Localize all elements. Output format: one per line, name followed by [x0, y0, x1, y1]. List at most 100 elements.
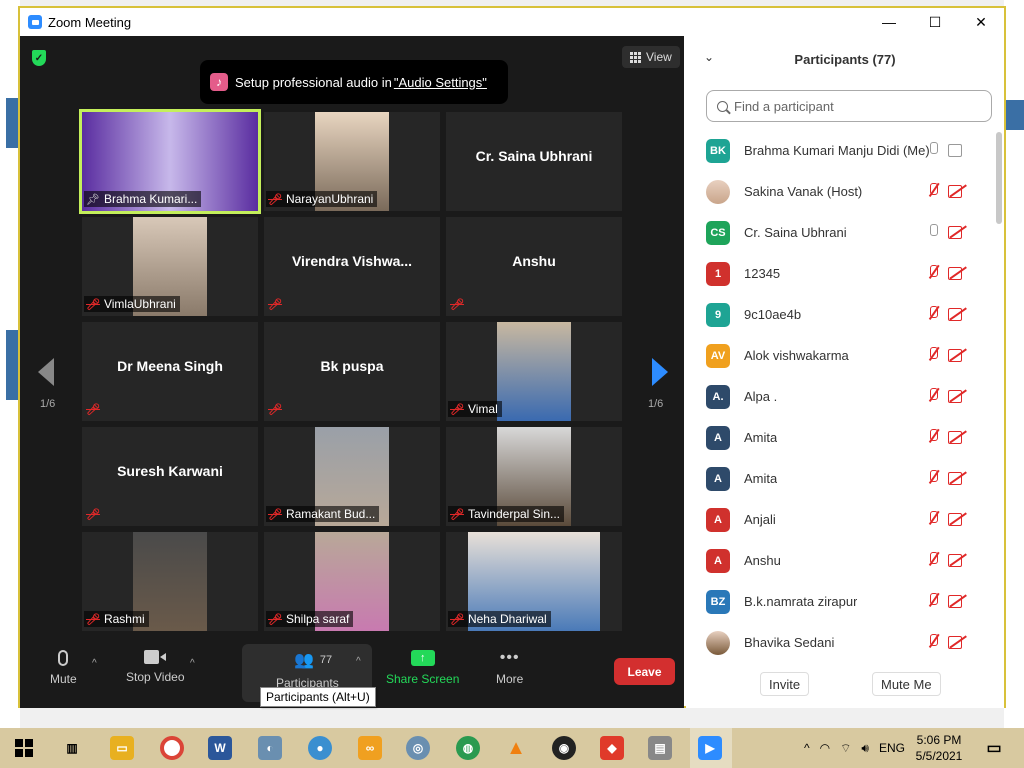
- title-bar[interactable]: Zoom Meeting — ☐ ✕: [20, 8, 1004, 36]
- video-tile[interactable]: Bk puspa 🎤︎: [264, 322, 440, 421]
- notifications-icon[interactable]: ▭: [982, 736, 1006, 760]
- tile-name-text: Ramakant Bud...: [285, 507, 376, 521]
- muted-mic-icon[interactable]: [928, 388, 938, 403]
- muted-mic-icon[interactable]: [928, 429, 938, 444]
- minimize-button[interactable]: —: [866, 8, 912, 36]
- muted-mic-icon[interactable]: [928, 265, 938, 280]
- microphone-icon[interactable]: [928, 224, 938, 239]
- participant-row[interactable]: A Anjali: [686, 499, 996, 540]
- participant-row[interactable]: A. Alpa .: [686, 376, 996, 417]
- participant-list-scrollbar[interactable]: [996, 132, 1002, 224]
- participant-row[interactable]: A Anshu: [686, 540, 996, 581]
- mute-me-button[interactable]: Mute Me: [872, 672, 941, 696]
- video-camera-icon[interactable]: [948, 144, 966, 157]
- chrome-icon[interactable]: [160, 736, 184, 760]
- video-off-icon[interactable]: [948, 349, 966, 362]
- video-tile[interactable]: 🎤︎ Neha Dhariwal: [446, 532, 622, 631]
- participant-row[interactable]: Sakina Vanak (Host): [686, 171, 996, 212]
- wifi-icon[interactable]: ⌔: [840, 741, 851, 756]
- video-tile[interactable]: 📌︎ Brahma Kumari...: [79, 109, 261, 214]
- volume-icon[interactable]: 🔊︎: [861, 741, 869, 756]
- app-icon-2[interactable]: ●: [308, 736, 332, 760]
- participant-name: Alok vishwakarma: [744, 348, 849, 363]
- video-tile[interactable]: 🎤︎ Tavinderpal Sin...: [446, 427, 622, 526]
- globe-icon[interactable]: ◍: [456, 736, 480, 760]
- leave-button[interactable]: Leave: [614, 658, 675, 685]
- shield-icon[interactable]: ✓: [32, 50, 46, 66]
- word-icon[interactable]: W: [208, 736, 232, 760]
- obs-icon[interactable]: ◉: [552, 736, 576, 760]
- video-tile[interactable]: 🎤︎ VimlaUbhrani: [82, 217, 258, 316]
- anydesk-icon[interactable]: ◆: [600, 736, 624, 760]
- zoom-taskbar-icon[interactable]: ▶: [698, 736, 722, 760]
- muted-mic-icon: 🎤︎: [268, 404, 282, 416]
- participant-row[interactable]: A Amita: [686, 417, 996, 458]
- participant-row[interactable]: BK Brahma Kumari Manju Didi (Me): [686, 130, 996, 171]
- next-page-arrow-icon[interactable]: [652, 358, 668, 386]
- video-tile[interactable]: Dr Meena Singh 🎤︎: [82, 322, 258, 421]
- participant-row[interactable]: Bhavika Sedani: [686, 622, 996, 663]
- close-button[interactable]: ✕: [958, 8, 1004, 36]
- maximize-button[interactable]: ☐: [912, 8, 958, 36]
- invite-button[interactable]: Invite: [760, 672, 810, 696]
- vlc-icon[interactable]: ▲: [504, 736, 528, 760]
- more-button[interactable]: ••• More: [496, 650, 523, 687]
- video-tile[interactable]: Cr. Saina Ubhrani: [446, 112, 622, 211]
- muted-mic-icon[interactable]: [928, 634, 938, 649]
- network-icon[interactable]: ◠: [820, 741, 830, 755]
- view-button[interactable]: View: [622, 46, 680, 68]
- video-off-icon[interactable]: [948, 595, 966, 608]
- muted-mic-icon[interactable]: [928, 306, 938, 321]
- app-icon-1[interactable]: ◐: [258, 736, 282, 760]
- video-off-icon[interactable]: [948, 636, 966, 649]
- video-tile[interactable]: Virendra Vishwa... 🎤︎: [264, 217, 440, 316]
- clock[interactable]: 5:06 PM 5/5/2021: [900, 732, 978, 764]
- participant-row[interactable]: CS Cr. Saina Ubhrani: [686, 212, 996, 253]
- mute-button[interactable]: Mute: [50, 650, 77, 686]
- audio-settings-link[interactable]: "Audio Settings": [394, 75, 487, 90]
- microphone-icon[interactable]: [928, 142, 938, 157]
- video-tile[interactable]: 🎤︎ Ramakant Bud...: [264, 427, 440, 526]
- video-off-icon[interactable]: [948, 267, 966, 280]
- participant-row[interactable]: AV Alok vishwakarma: [686, 335, 996, 376]
- chevron-up-icon[interactable]: ^: [804, 741, 810, 755]
- muted-mic-icon[interactable]: [928, 183, 938, 198]
- app-icon-3[interactable]: ∞: [358, 736, 382, 760]
- participant-row[interactable]: 9 9c10ae4b: [686, 294, 996, 335]
- video-tile[interactable]: Anshu 🎤︎: [446, 217, 622, 316]
- scanner-icon[interactable]: ▤: [648, 736, 672, 760]
- video-off-icon[interactable]: [948, 431, 966, 444]
- video-off-icon[interactable]: [948, 513, 966, 526]
- windows-start-icon[interactable]: [12, 736, 36, 760]
- video-off-icon[interactable]: [948, 472, 966, 485]
- muted-mic-icon[interactable]: [928, 552, 938, 567]
- participant-row[interactable]: A Amita: [686, 458, 996, 499]
- video-tile[interactable]: 🎤︎ NarayanUbhrani: [264, 112, 440, 211]
- video-tile[interactable]: 🎤︎ Shilpa saraf: [264, 532, 440, 631]
- video-tile[interactable]: Suresh Karwani 🎤︎: [82, 427, 258, 526]
- video-off-icon[interactable]: [948, 554, 966, 567]
- share-screen-button[interactable]: ↑ Share Screen: [386, 650, 459, 686]
- previous-page-arrow-icon[interactable]: [38, 358, 54, 386]
- video-tile[interactable]: 🎤︎ Rashmi: [82, 532, 258, 631]
- video-tile[interactable]: 🎤︎ Vimal: [446, 322, 622, 421]
- stop-video-button[interactable]: Stop Video: [126, 650, 185, 684]
- muted-mic-icon[interactable]: [928, 347, 938, 362]
- muted-mic-icon[interactable]: [928, 593, 938, 608]
- video-off-icon[interactable]: [948, 185, 966, 198]
- participants-caret-icon[interactable]: ^: [356, 656, 361, 667]
- participant-row[interactable]: BZ B.k.namrata zirapur: [686, 581, 996, 622]
- app-icon-4[interactable]: ◎: [406, 736, 430, 760]
- video-off-icon[interactable]: [948, 226, 966, 239]
- audio-options-caret-icon[interactable]: ^: [92, 658, 97, 669]
- file-explorer-icon[interactable]: ▭: [110, 736, 134, 760]
- video-options-caret-icon[interactable]: ^: [190, 658, 195, 669]
- video-off-icon[interactable]: [948, 308, 966, 321]
- muted-mic-icon[interactable]: [928, 511, 938, 526]
- participant-row[interactable]: 1 12345: [686, 253, 996, 294]
- video-off-icon[interactable]: [948, 390, 966, 403]
- task-view-icon[interactable]: ▥: [60, 736, 84, 760]
- avatar: A: [706, 507, 730, 532]
- muted-mic-icon[interactable]: [928, 470, 938, 485]
- participant-search-input[interactable]: Find a participant: [706, 90, 992, 122]
